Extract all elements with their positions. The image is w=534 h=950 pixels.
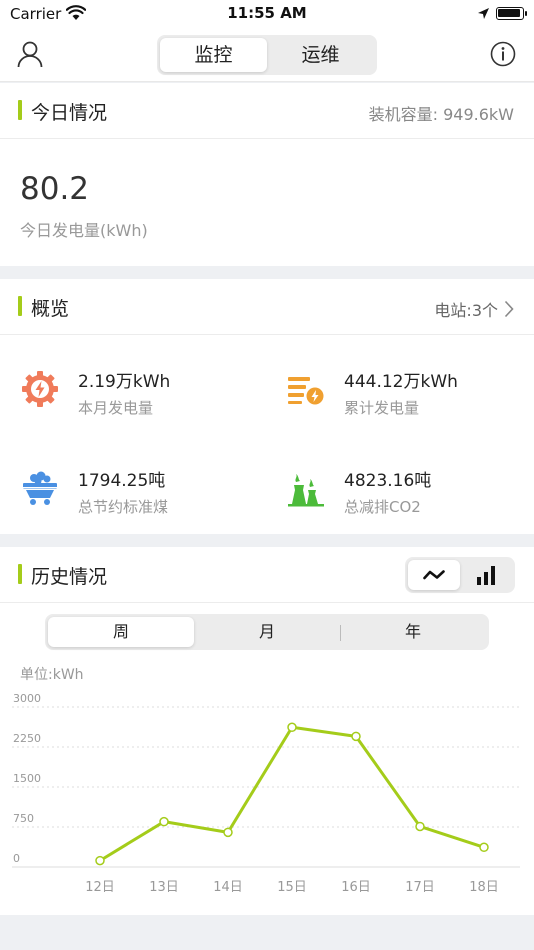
stat-co2-reduced: 4823.16吨 总减排CO2 — [270, 462, 530, 522]
overview-header: 概览 电站:3个 — [0, 279, 534, 335]
installed-capacity: 装机容量: 949.6kW — [368, 105, 514, 124]
stat-label: 总节约标准煤 — [78, 498, 169, 516]
energy-total-icon — [288, 377, 324, 405]
location-arrow-icon — [478, 8, 489, 19]
stat-label: 累计发电量 — [344, 399, 420, 417]
today-title: 今日情况 — [31, 102, 108, 124]
period-month-tab[interactable]: 月 — [194, 617, 340, 647]
chart-unit-label: 单位:kWh — [20, 667, 84, 683]
y-tick-label: 750 — [13, 812, 34, 825]
section-accent-bar — [18, 564, 22, 584]
today-card: 今日情况 装机容量: 949.6kW 80.2 今日发电量(kWh) — [0, 83, 534, 266]
x-tick-label: 16日 — [341, 880, 371, 895]
chevron-right-icon — [504, 300, 514, 318]
stat-value: 4823.16吨 — [344, 471, 432, 491]
section-accent-bar — [18, 100, 22, 120]
x-tick-label: 12日 — [85, 880, 115, 895]
x-tick-label: 13日 — [149, 880, 179, 895]
data-point — [415, 821, 425, 832]
line-chart-icon — [423, 570, 445, 580]
x-tick-label: 18日 — [469, 880, 499, 895]
clock: 11:55 AM — [227, 4, 307, 22]
stat-label: 本月发电量 — [78, 399, 154, 417]
bar-chart-icon — [477, 566, 495, 585]
stations-link[interactable]: 电站:3个 — [434, 297, 514, 321]
y-tick-label: 2250 — [13, 732, 41, 745]
line-chart-button[interactable] — [408, 560, 460, 590]
history-title: 历史情况 — [31, 566, 108, 588]
data-point — [287, 722, 297, 733]
data-point — [159, 816, 169, 827]
overview-title: 概览 — [31, 298, 70, 320]
today-header: 今日情况 装机容量: 949.6kW — [0, 83, 534, 139]
period-week-tab[interactable]: 周 — [48, 617, 194, 647]
today-generation-label: 今日发电量(kWh) — [20, 221, 148, 240]
overview-card: 概览 电站:3个 2.19万kWh 本月发电量 444.12万kWh 累计发电量… — [0, 279, 534, 534]
main-segmented-control: 监控 运维 — [157, 35, 377, 75]
stat-month-generation: 2.19万kWh 本月发电量 — [0, 363, 260, 423]
info-icon[interactable] — [490, 41, 516, 67]
data-point — [479, 842, 489, 853]
stat-coal-saved: 1794.25吨 总节约标准煤 — [0, 462, 260, 522]
status-bar: Carrier 11:55 AM — [0, 0, 534, 28]
y-tick-label: 1500 — [13, 772, 41, 785]
data-point — [223, 827, 233, 838]
period-year-tab[interactable]: 年 — [340, 617, 486, 647]
cooling-tower-icon — [288, 474, 324, 507]
tab-monitor[interactable]: 监控 — [160, 38, 267, 72]
data-point — [351, 731, 361, 742]
stations-count: 电站:3个 — [434, 301, 498, 320]
y-tick-label: 3000 — [13, 692, 41, 705]
history-line-chart: 0 750 1500 2250 3000 12日 13日 14日 15日 16日 17日 18日 — [12, 692, 520, 895]
bar-chart-button[interactable] — [460, 560, 512, 590]
tab-maintenance[interactable]: 运维 — [267, 38, 374, 72]
x-tick-label: 14日 — [213, 880, 243, 895]
user-icon[interactable] — [16, 40, 44, 68]
nav-bar: 监控 运维 — [0, 28, 534, 82]
coal-cart-icon — [22, 471, 58, 505]
y-tick-label: 0 — [13, 852, 20, 865]
data-point — [95, 855, 105, 866]
history-card: 历史情况 周 月 年 单位:kWh 0 750 1500 2250 3000 12日 13日… — [0, 547, 534, 915]
history-header: 历史情况 — [0, 547, 534, 603]
stat-total-generation: 444.12万kWh 累计发电量 — [270, 363, 530, 423]
stat-value: 444.12万kWh — [344, 372, 458, 392]
stat-value: 1794.25吨 — [78, 471, 166, 491]
today-generation-value: 80.2 — [20, 171, 90, 207]
period-segmented-control: 周 月 年 — [45, 614, 489, 650]
gear-bolt-icon — [22, 371, 58, 407]
x-tick-label: 15日 — [277, 880, 307, 895]
chart-type-toggle — [405, 557, 515, 593]
battery-icon — [496, 7, 527, 20]
x-tick-label: 17日 — [405, 880, 435, 895]
stat-value: 2.19万kWh — [78, 372, 171, 392]
section-accent-bar — [18, 296, 22, 316]
stat-label: 总减排CO2 — [344, 498, 421, 516]
